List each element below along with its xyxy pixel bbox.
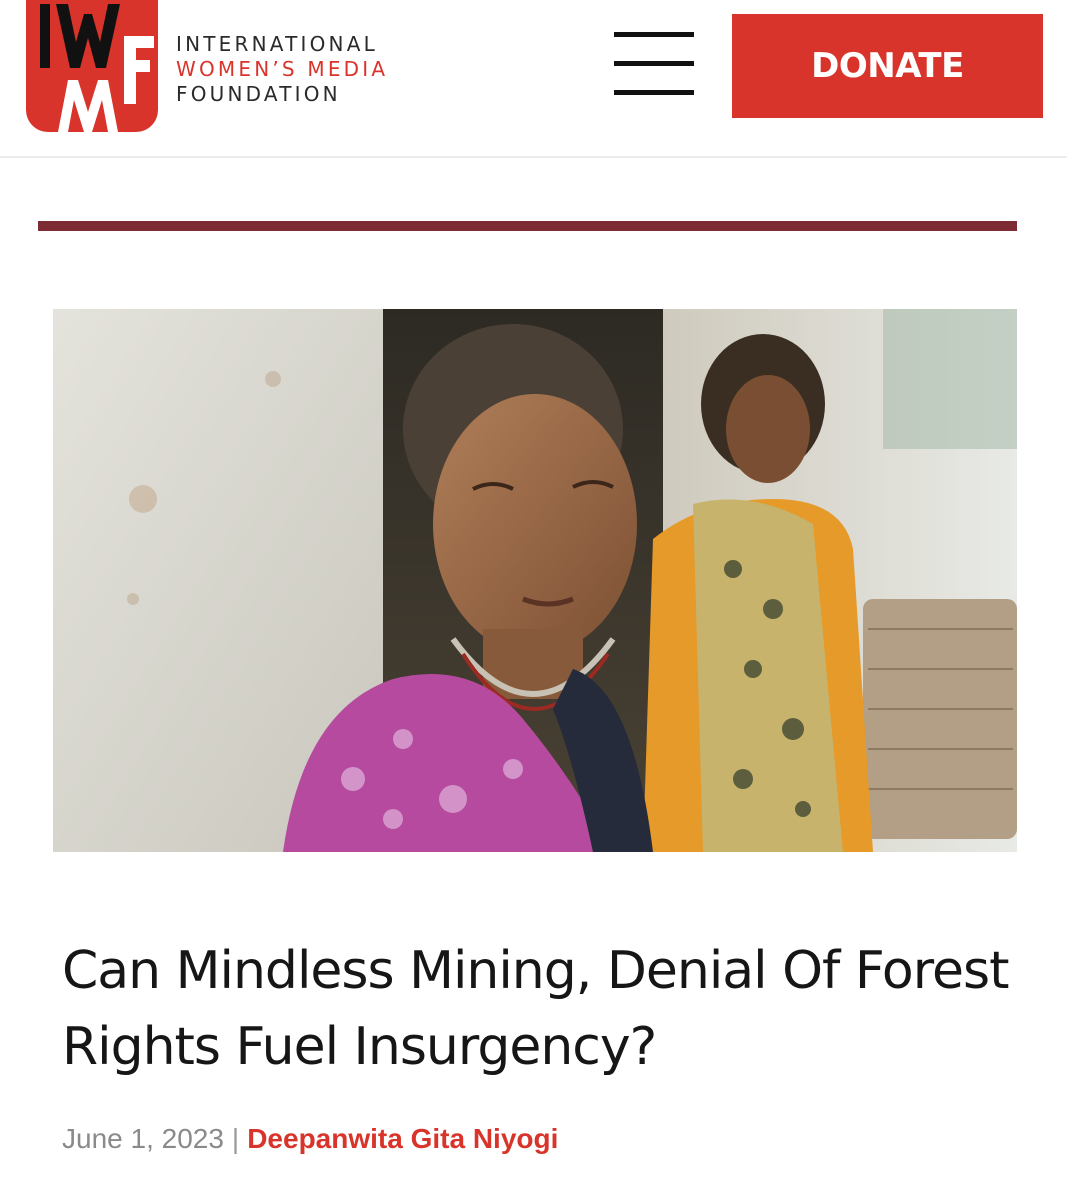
article-title: Can Mindless Mining, Denial Of Forest Ri… xyxy=(62,941,1009,1077)
hamburger-menu-icon xyxy=(614,32,694,37)
author-link[interactable]: Deepanwita Gita Niyogi xyxy=(247,1123,558,1155)
section-divider xyxy=(38,221,1017,231)
publish-date: June 1, 2023 xyxy=(62,1123,224,1154)
logo-wordmark: INTERNATIONAL WOMEN’S MEDIA FOUNDATION xyxy=(176,30,446,109)
menu-bar xyxy=(614,61,694,66)
iwmf-monogram-icon xyxy=(40,4,154,132)
donate-button[interactable]: DONATE xyxy=(732,14,1043,118)
hero-photo-illustration xyxy=(53,309,1017,852)
hamburger-menu-button[interactable] xyxy=(614,30,694,98)
byline-separator: | xyxy=(231,1123,240,1154)
site-header: INTERNATIONAL WOMEN’S MEDIA FOUNDATION D… xyxy=(0,0,1067,158)
menu-bar xyxy=(614,90,694,95)
article-byline: June 1, 2023 | Deepanwita Gita Niyogi xyxy=(62,1121,558,1157)
iwmf-logo-mark xyxy=(26,0,158,132)
article-hero-image xyxy=(53,309,1017,852)
logo-line-foundation: FOUNDATION xyxy=(176,82,341,106)
